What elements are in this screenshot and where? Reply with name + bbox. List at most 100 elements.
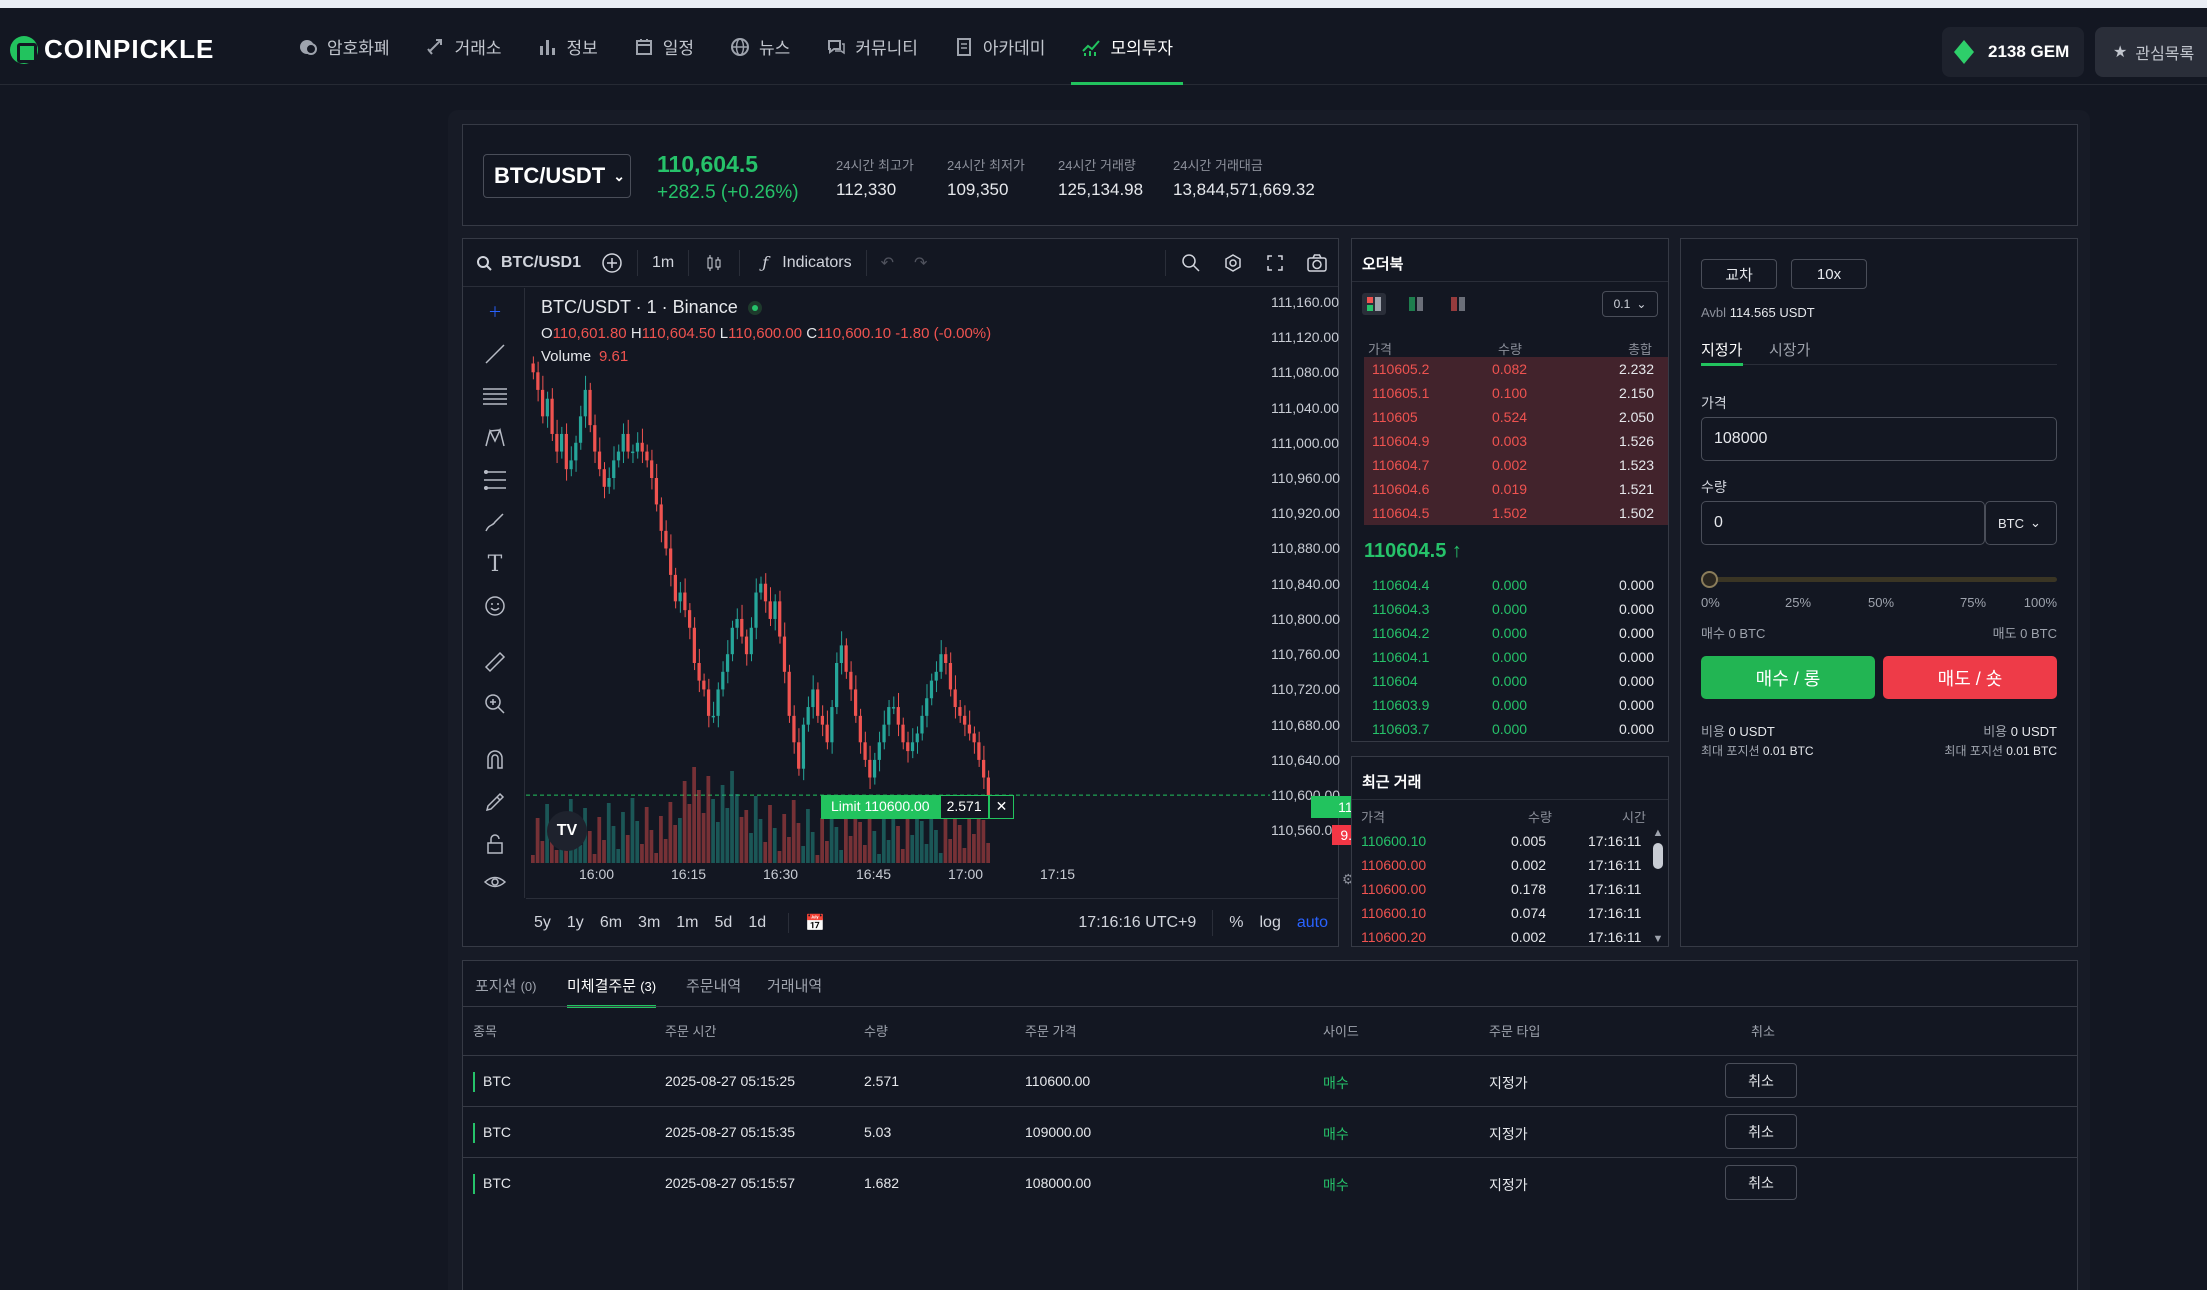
nav-item-news[interactable]: 뉴스 (712, 8, 808, 85)
precision-select[interactable]: 0.1 ⌄ (1602, 291, 1658, 317)
favorites-button[interactable]: ★ 관심목록 (2095, 27, 2207, 77)
ask-row[interactable]: 110605.2 0.082 2.232 (1364, 357, 1668, 381)
pair-selector[interactable]: BTC/USDT ⌄ (483, 154, 631, 198)
ask-row[interactable]: 110604.6 0.019 1.521 (1364, 477, 1668, 501)
cancel-button[interactable]: 취소 (1725, 1114, 1797, 1149)
clock[interactable]: 17:16:16 UTC+9 (1078, 914, 1196, 932)
tab-market[interactable]: 시장가 (1769, 339, 1810, 360)
symbol-search[interactable]: BTC/USD1 (463, 239, 591, 287)
price-axis[interactable]: 111,160.00 111,120.00 111,080.00 111,040.00… (1271, 288, 1340, 863)
qty-slider[interactable] (1701, 569, 2057, 589)
ask-row[interactable]: 110605 0.524 2.050 (1364, 405, 1668, 429)
horizontal-lines-icon[interactable] (481, 382, 509, 410)
orderbook-bids-mode-icon[interactable] (1404, 293, 1428, 315)
nav-item-info[interactable]: 정보 (519, 8, 615, 85)
ask-row[interactable]: 110605.1 0.100 2.150 (1364, 381, 1668, 405)
mark-75[interactable]: 75% (1960, 595, 1986, 610)
scrollbar[interactable]: ▲ ▼ (1651, 827, 1665, 945)
fullscreen-button[interactable] (1254, 239, 1296, 287)
magnet-icon[interactable] (481, 746, 509, 774)
interval-button[interactable]: 1m (642, 239, 684, 287)
tab-open-orders[interactable]: 미체결주문 (3) (567, 975, 657, 1008)
percent-toggle[interactable]: % (1229, 914, 1243, 932)
range-5d[interactable]: 5d (707, 914, 741, 932)
slider-thumb[interactable] (1701, 571, 1718, 588)
candlestick-chart[interactable] (526, 288, 1270, 863)
undo-button[interactable]: ↶ (871, 239, 904, 287)
log-toggle[interactable]: log (1260, 914, 1281, 932)
trendline-icon[interactable] (481, 340, 509, 368)
mark-0[interactable]: 0% (1701, 595, 1720, 610)
emoji-icon[interactable] (481, 592, 509, 620)
orderbook-both-mode-icon[interactable] (1362, 293, 1386, 315)
brush-icon[interactable] (481, 508, 509, 536)
buy-long-button[interactable]: 매수 / 롱 (1701, 656, 1875, 699)
range-1y[interactable]: 1y (559, 914, 592, 932)
tab-order-history[interactable]: 주문내역 (686, 975, 741, 996)
bid-row[interactable]: 110603.7 0.000 0.000 (1364, 717, 1668, 741)
nav-item-community[interactable]: 커뮤니티 (808, 8, 936, 85)
nav-item-mock-trading[interactable]: 모의투자 (1063, 8, 1191, 85)
qty-unit-select[interactable]: BTC ⌄ (1985, 501, 2057, 545)
ask-row[interactable]: 110604.9 0.003 1.526 (1364, 429, 1668, 453)
range-6m[interactable]: 6m (592, 914, 630, 932)
nav-item-exchange[interactable]: 거래소 (408, 8, 520, 85)
nav-item-crypto[interactable]: 암호화폐 (280, 8, 408, 85)
cancel-button[interactable]: 취소 (1725, 1165, 1797, 1200)
bid-row[interactable]: 110604.4 0.000 0.000 (1364, 573, 1668, 597)
zoom-in-icon[interactable] (481, 690, 509, 718)
eye-icon[interactable] (481, 868, 509, 896)
date-range-icon[interactable]: 📅 (788, 912, 833, 933)
logo[interactable]: COINPICKLE (10, 34, 214, 65)
compare-button[interactable] (591, 239, 633, 287)
quick-search-button[interactable] (1170, 239, 1212, 287)
nav-item-schedule[interactable]: 일정 (616, 8, 712, 85)
tab-positions[interactable]: 포지션 (0) (475, 975, 536, 996)
scrollbar-thumb[interactable] (1653, 843, 1663, 869)
settings-button[interactable] (1212, 239, 1254, 287)
sell-short-button[interactable]: 매도 / 숏 (1883, 656, 2057, 699)
close-icon[interactable]: ✕ (988, 795, 1015, 819)
ask-row[interactable]: 110604.5 1.502 1.502 (1364, 501, 1668, 525)
scroll-up-icon[interactable]: ▲ (1651, 827, 1665, 839)
crosshair-icon[interactable]: ＋ (481, 298, 509, 326)
bid-row[interactable]: 110604 0.000 0.000 (1364, 669, 1668, 693)
scroll-down-icon[interactable]: ▼ (1651, 933, 1665, 945)
mark-100[interactable]: 100% (2024, 595, 2057, 610)
auto-toggle[interactable]: auto (1297, 914, 1328, 932)
bid-row[interactable]: 110604.3 0.000 0.000 (1364, 597, 1668, 621)
tradingview-logo[interactable]: TV (547, 811, 587, 851)
ask-row[interactable]: 110604.7 0.002 1.523 (1364, 453, 1668, 477)
redo-button[interactable]: ↷ (904, 239, 937, 287)
range-5y[interactable]: 5y (526, 914, 559, 932)
screenshot-button[interactable] (1296, 239, 1338, 287)
margin-mode-button[interactable]: 교차 (1701, 259, 1777, 289)
qty-input[interactable]: 0 (1701, 501, 1985, 545)
time-axis[interactable]: 16:00 16:15 16:30 16:45 17:00 17:15 (526, 863, 1270, 887)
limit-order-line-label[interactable]: Limit 110600.00 2.571 ✕ (821, 795, 1015, 819)
mark-50[interactable]: 50% (1868, 595, 1894, 610)
bid-row[interactable]: 110604.1 0.000 0.000 (1364, 645, 1668, 669)
price-input[interactable]: 108000 (1701, 417, 2057, 461)
indicators-button[interactable]: ƒ Indicators (744, 239, 861, 287)
range-1d[interactable]: 1d (740, 914, 774, 932)
ruler-icon[interactable] (481, 648, 509, 676)
range-3m[interactable]: 3m (630, 914, 668, 932)
fib-icon[interactable] (481, 466, 509, 494)
bid-row[interactable]: 110603.9 0.000 0.000 (1364, 693, 1668, 717)
leverage-button[interactable]: 10x (1791, 259, 1867, 289)
text-icon[interactable]: T (481, 550, 509, 578)
cancel-button[interactable]: 취소 (1725, 1063, 1797, 1098)
lock-icon[interactable] (481, 830, 509, 858)
bid-row[interactable]: 110604.2 0.000 0.000 (1364, 621, 1668, 645)
draw-mode-icon[interactable] (481, 788, 509, 816)
tab-limit[interactable]: 지정가 (1701, 339, 1742, 360)
gem-balance[interactable]: 2138 GEM (1942, 27, 2084, 77)
mark-25[interactable]: 25% (1785, 595, 1811, 610)
tab-trade-history[interactable]: 거래내역 (767, 975, 822, 996)
range-1m[interactable]: 1m (668, 914, 706, 932)
chart-type-button[interactable] (693, 239, 735, 287)
nav-item-academy[interactable]: 아카데미 (936, 8, 1064, 85)
orderbook-asks-mode-icon[interactable] (1446, 293, 1470, 315)
pattern-icon[interactable] (481, 424, 509, 452)
